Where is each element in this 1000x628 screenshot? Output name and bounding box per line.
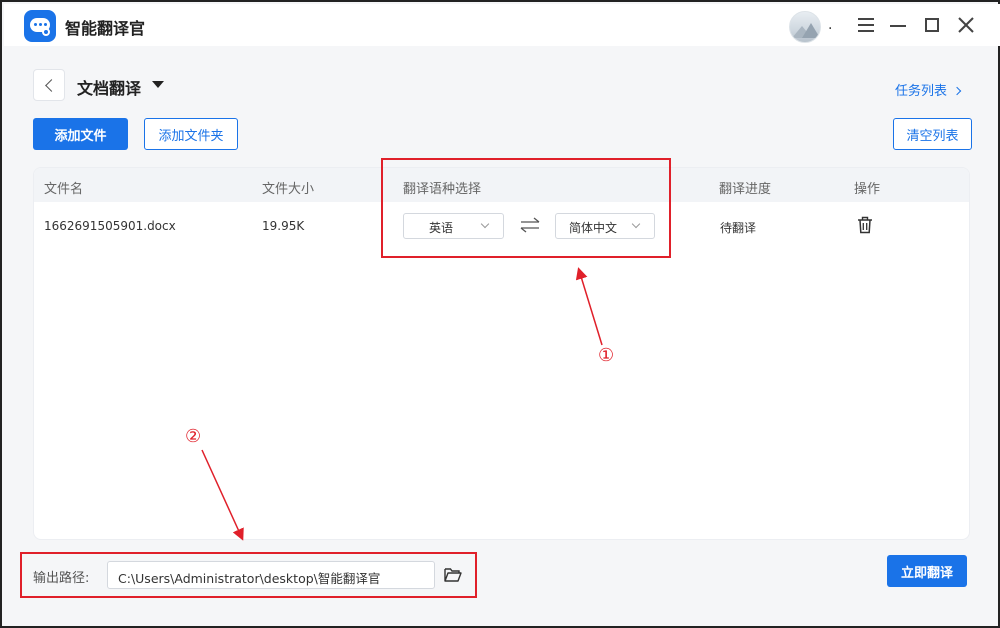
caret-down-icon[interactable]	[152, 81, 164, 88]
back-button[interactable]	[33, 69, 65, 101]
column-header-action: 操作	[854, 182, 881, 197]
file-size-cell: 19.95K	[262, 219, 305, 233]
chevron-left-icon	[45, 79, 58, 92]
close-icon[interactable]	[953, 12, 979, 38]
source-language-select[interactable]: 英语	[403, 213, 504, 239]
menu-icon[interactable]	[853, 12, 879, 38]
target-language-value: 简体中文	[569, 221, 618, 235]
app-window: 智能翻译官 . 文档翻译 任务列表 添加文件 添加文件夹 清空列表 文件名 文件…	[0, 0, 1000, 628]
app-name: 智能翻译官	[65, 19, 146, 38]
column-header-language: 翻译语种选择	[403, 182, 482, 197]
title-bar: 智能翻译官 .	[4, 4, 1000, 46]
minimize-icon[interactable]	[885, 12, 911, 38]
maximize-icon[interactable]	[919, 12, 945, 38]
task-list-link[interactable]: 任务列表	[895, 80, 962, 99]
target-language-select[interactable]: 简体中文	[555, 213, 655, 239]
folder-open-icon[interactable]	[444, 567, 462, 582]
task-list-label: 任务列表	[895, 84, 948, 99]
output-path-label: 输出路径:	[33, 571, 90, 586]
column-header-filesize: 文件大小	[262, 182, 315, 197]
user-name[interactable]: .	[828, 17, 832, 33]
add-folder-button[interactable]: 添加文件夹	[144, 118, 238, 150]
column-header-progress: 翻译进度	[719, 182, 772, 197]
file-table: 文件名 文件大小 翻译语种选择 翻译进度 操作 1662691505901.do…	[33, 167, 970, 540]
clear-list-button[interactable]: 清空列表	[893, 118, 972, 150]
annotation-marker-1: ①	[598, 345, 615, 366]
add-file-button[interactable]: 添加文件	[33, 118, 128, 150]
table-header: 文件名 文件大小 翻译语种选择 翻译进度 操作	[34, 168, 969, 202]
source-language-value: 英语	[429, 221, 454, 235]
chevron-down-icon	[480, 219, 490, 229]
chevron-right-icon	[952, 86, 962, 96]
output-path-field[interactable]: C:\Users\Administrator\desktop\智能翻译官	[107, 561, 435, 589]
chevron-down-icon	[631, 219, 641, 229]
user-avatar[interactable]	[789, 11, 821, 43]
progress-cell: 待翻译	[720, 221, 757, 235]
page-title: 文档翻译	[77, 79, 142, 98]
app-logo-icon	[24, 10, 56, 42]
column-header-filename: 文件名	[44, 182, 84, 197]
trash-icon[interactable]	[857, 216, 873, 234]
swap-icon[interactable]	[519, 217, 541, 233]
file-name-cell: 1662691505901.docx	[44, 219, 176, 233]
translate-now-button[interactable]: 立即翻译	[887, 555, 967, 587]
annotation-marker-2: ②	[185, 426, 202, 447]
